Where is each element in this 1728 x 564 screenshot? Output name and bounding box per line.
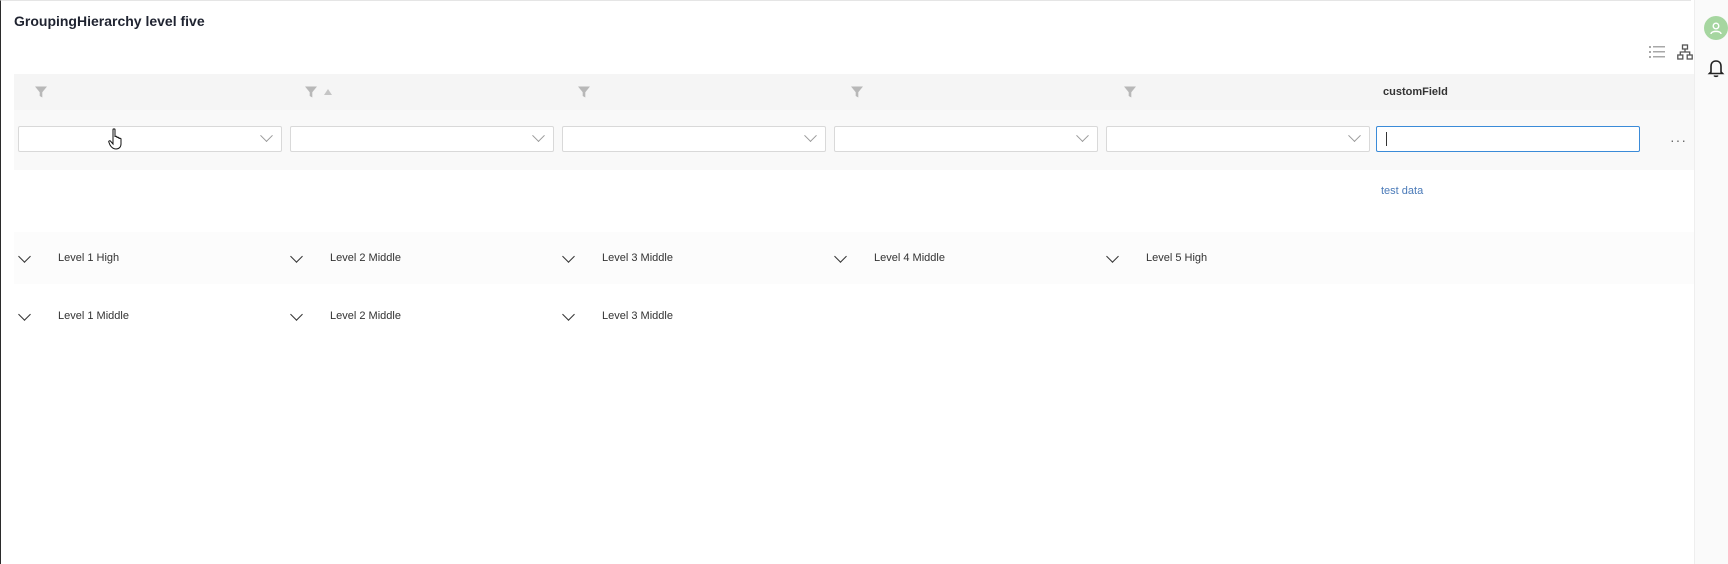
chevron-down-icon[interactable]: [562, 249, 575, 263]
chevron-down-icon[interactable]: [1106, 249, 1119, 263]
chevron-down-icon[interactable]: [18, 249, 31, 263]
column-header-3[interactable]: [577, 74, 591, 110]
group-cell-level-3[interactable]: Level 3 Middle: [562, 290, 673, 342]
filter-row: [14, 110, 1694, 170]
column-header-4[interactable]: [850, 74, 864, 110]
filter-icon[interactable]: [1123, 85, 1137, 99]
filter-select-2[interactable]: [290, 126, 554, 152]
filter-select-4[interactable]: [834, 126, 1098, 152]
group-cell-level-1[interactable]: Level 1 Middle: [18, 290, 129, 342]
filter-select-5[interactable]: [1106, 126, 1370, 152]
group-label: Level 1 High: [58, 252, 120, 264]
group-cell-level-1[interactable]: Level 1 High: [18, 232, 119, 284]
group-label: Level 3 Middle: [602, 310, 673, 322]
user-avatar-icon[interactable]: [1704, 16, 1728, 40]
filter-icon[interactable]: [304, 85, 318, 99]
group-label: Level 2 Middle: [330, 310, 401, 322]
group-row: Level 1 Middle Level 2 Middle Level 3 Mi…: [14, 290, 1694, 342]
column-header-1[interactable]: [34, 74, 48, 110]
list-icon[interactable]: [1648, 43, 1666, 61]
chevron-down-icon[interactable]: [562, 307, 575, 321]
filter-select-3[interactable]: [562, 126, 826, 152]
filter-icon[interactable]: [850, 85, 864, 99]
group-cell-level-3[interactable]: Level 3 Middle: [562, 232, 673, 284]
group-cell-level-4[interactable]: Level 4 Middle: [834, 232, 945, 284]
filter-select-1[interactable]: [18, 126, 282, 152]
chevron-down-icon: [1076, 129, 1089, 143]
group-cell-level-5[interactable]: Level 5 High: [1106, 232, 1207, 284]
custom-field-summary[interactable]: test data: [1381, 185, 1423, 197]
bell-icon[interactable]: [1704, 56, 1728, 80]
chevron-down-icon[interactable]: [290, 249, 303, 263]
sort-ascending-icon[interactable]: [324, 89, 332, 95]
hand-pointer-icon: [108, 128, 126, 155]
chevron-down-icon: [260, 129, 273, 143]
more-options-button[interactable]: ···: [1670, 132, 1687, 148]
group-label: Level 1 Middle: [58, 310, 129, 322]
group-row: Level 1 High Level 2 Middle Level 3 Midd…: [14, 232, 1694, 284]
group-label: Level 3 Middle: [602, 252, 673, 264]
group-label: Level 5 High: [1146, 252, 1208, 264]
grid-header-row: customField: [14, 74, 1694, 110]
right-rail: [1694, 0, 1728, 564]
chevron-down-icon: [804, 129, 817, 143]
text-caret: [1386, 132, 1387, 146]
page-title: GroupingHierarchy level five: [14, 13, 205, 29]
filter-icon[interactable]: [577, 85, 591, 99]
chevron-down-icon: [532, 129, 545, 143]
filter-icon[interactable]: [34, 85, 48, 99]
chevron-down-icon[interactable]: [290, 307, 303, 321]
group-label: Level 4 Middle: [874, 252, 945, 264]
group-label: Level 2 Middle: [330, 252, 401, 264]
chevron-down-icon[interactable]: [834, 249, 847, 263]
customfield-filter-input[interactable]: [1376, 126, 1640, 152]
group-cell-level-2[interactable]: Level 2 Middle: [290, 232, 401, 284]
chevron-down-icon[interactable]: [18, 307, 31, 321]
column-title: customField: [1383, 86, 1448, 98]
column-header-customfield[interactable]: customField: [1383, 74, 1448, 110]
hierarchy-icon[interactable]: [1676, 43, 1694, 61]
view-switcher: [1648, 43, 1694, 61]
column-header-2[interactable]: [304, 74, 332, 110]
group-cell-level-2[interactable]: Level 2 Middle: [290, 290, 401, 342]
column-header-5[interactable]: [1123, 74, 1137, 110]
chevron-down-icon: [1348, 129, 1361, 143]
